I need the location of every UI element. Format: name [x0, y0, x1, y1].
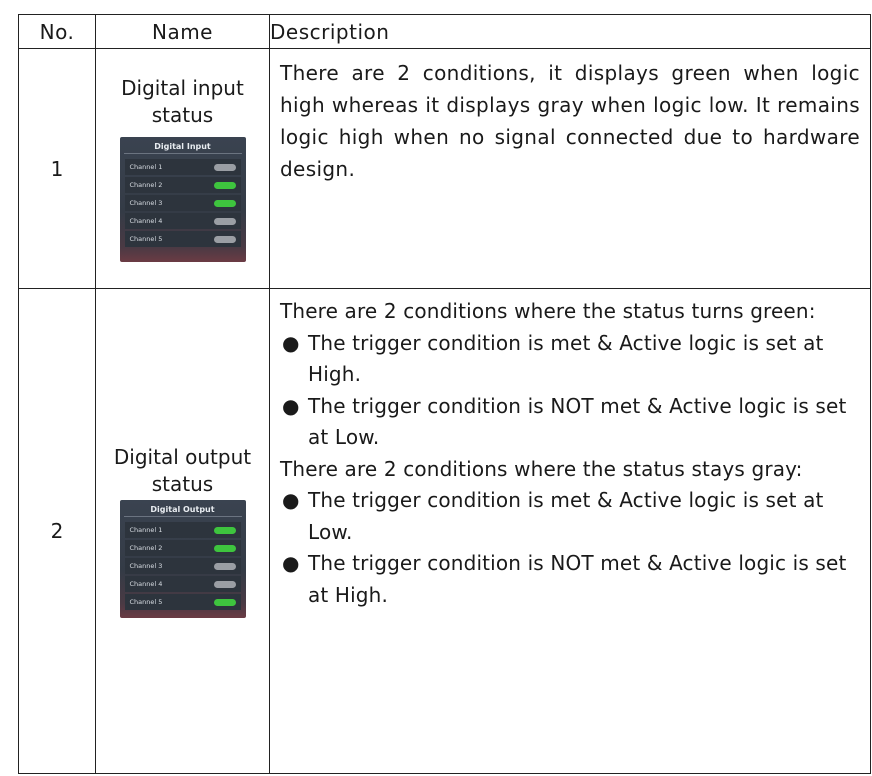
gray-conditions-intro: There are 2 conditions where the status … — [280, 456, 803, 481]
channel-label: Channel 5 — [129, 234, 163, 243]
description-table: No. Name Description 1 Digital input sta… — [18, 14, 871, 774]
table-row: 2 Digital output status Digital Output C… — [18, 288, 871, 774]
list-item: ● The trigger condition is NOT met & Acti… — [280, 391, 860, 454]
status-indicator-gray — [213, 163, 236, 171]
panel-title: Digital Input — [154, 142, 211, 151]
bullet-icon: ● — [282, 330, 300, 355]
header-description: Description — [269, 14, 871, 49]
description-cell: There are 2 conditions where the status … — [269, 288, 871, 774]
status-indicator-gray — [213, 562, 236, 570]
green-conditions-intro: There are 2 conditions where the status … — [280, 299, 816, 323]
header-no: No. — [18, 14, 96, 49]
list-item: ● The trigger condition is met & Active l… — [280, 485, 860, 548]
status-indicator-gray — [213, 235, 236, 243]
status-indicator-green — [213, 544, 236, 552]
header-name: Name — [95, 14, 270, 49]
bullet-icon: ● — [282, 551, 300, 575]
status-indicator-gray — [213, 580, 236, 588]
row-number: 2 — [18, 288, 96, 774]
list-item: ● The trigger condition is NOT met & Acti… — [280, 548, 860, 611]
row-number: 1 — [18, 48, 96, 289]
bullet-icon: ● — [282, 488, 300, 512]
description-text: There are 2 conditions where the status … — [270, 289, 870, 611]
name-cell: Digital output status Digital Output Cha… — [95, 288, 270, 774]
panel-title: Digital Output — [150, 505, 215, 514]
channel-row: Channel 5 — [124, 231, 241, 247]
row-name: Digital input status — [121, 76, 244, 127]
channel-label: Channel 5 — [129, 597, 163, 606]
description-cell: There are 2 conditions, it displays gree… — [269, 48, 871, 289]
status-indicator-green — [213, 199, 236, 207]
bullet-icon: ● — [282, 393, 300, 418]
status-indicator-green — [213, 181, 236, 189]
status-indicator-green — [213, 598, 236, 606]
digital-output-panel: Digital Output Channel 1 Channel 2 Chann… — [119, 500, 246, 618]
channel-row: Channel 5 — [124, 594, 241, 610]
description-text: There are 2 conditions, it displays gree… — [280, 61, 860, 181]
name-cell: Digital input status Digital Input Chann… — [95, 48, 270, 289]
status-indicator-gray — [213, 217, 236, 225]
header-row: No. Name Description — [18, 14, 871, 49]
row-name: Digital output status — [113, 445, 252, 496]
table-row: 1 Digital input status Digital Input Cha… — [18, 48, 871, 289]
status-indicator-green — [213, 526, 236, 534]
digital-input-panel: Digital Input Channel 1 Channel 2 Channe… — [119, 137, 246, 262]
list-item: ● The trigger condition is met & Active l… — [280, 328, 860, 391]
